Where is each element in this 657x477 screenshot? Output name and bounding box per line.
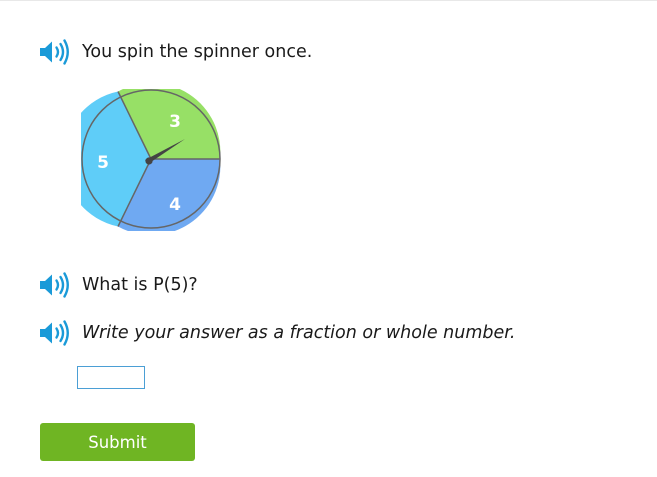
spinner-hub (145, 157, 153, 165)
instruction-row: Write your answer as a fraction or whole… (38, 319, 515, 347)
question-prompt-row: What is P(5)? (38, 271, 198, 299)
question-prompt-text: What is P(5)? (82, 275, 198, 295)
spinner-label-5: 5 (97, 153, 109, 173)
submit-button[interactable]: Submit (40, 423, 195, 461)
instruction-text: Write your answer as a fraction or whole… (82, 323, 516, 343)
spinner-label-4: 4 (169, 195, 181, 215)
speaker-icon[interactable] (38, 319, 72, 347)
spinner: 3 4 5 (81, 89, 221, 231)
spinner-label-3: 3 (169, 112, 181, 132)
question-intro-row: You spin the spinner once. (38, 38, 312, 66)
answer-input[interactable] (77, 366, 145, 389)
top-divider (0, 0, 657, 1)
speaker-icon[interactable] (38, 271, 72, 299)
speaker-icon[interactable] (38, 38, 72, 66)
question-intro-text: You spin the spinner once. (82, 42, 313, 62)
